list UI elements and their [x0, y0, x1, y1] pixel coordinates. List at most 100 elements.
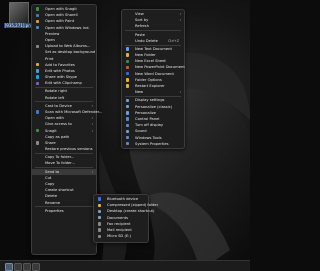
file-context-menu: Open with Snagit Open with Sharell Open wi…: [31, 4, 102, 255]
menu-item-label: Cast to Device: [45, 103, 72, 108]
menu-item-label: Display settings: [135, 98, 165, 103]
menu-item-label: Open: [45, 37, 55, 42]
desktop-create-shortcut-icon: [98, 209, 102, 214]
scan-with-microsoft-defender-icon: [36, 110, 40, 114]
menu-item-label: Delete: [45, 194, 58, 199]
add-to-favorites-icon: [36, 63, 40, 67]
menu-item-label: Rotate right: [45, 89, 67, 94]
menu-item-label: Sort by: [135, 18, 149, 23]
open-with-sharell-icon: [36, 13, 40, 17]
share-with-skype-icon: [36, 75, 40, 79]
menu-item-label: Refresh: [135, 24, 149, 29]
new-text-document-icon: [126, 47, 130, 51]
menu-item-label: Edit with Photos: [45, 68, 75, 73]
menu-item-label: Print: [45, 56, 54, 61]
personalize-icon: [126, 111, 130, 115]
desktop-menu-item-refresh[interactable]: Refresh: [122, 23, 184, 29]
snagit-icon: [36, 128, 40, 133]
desktop-context-menu: View › Sort by › Refresh Paste Undo Delete Ctrl…: [121, 9, 185, 149]
desktop-file-icon[interactable]: [935,271].png: [4, 2, 34, 34]
personalize-classic-icon: [126, 104, 130, 109]
menu-item-label: Create shortcut: [45, 188, 74, 193]
file-menu-item-edit-with-clipchamp[interactable]: Edit with Clipchamp: [32, 80, 96, 86]
menu-item-label: Share with Skype: [45, 75, 77, 80]
open-with-snagit-icon: [36, 7, 40, 11]
control-panel-icon: [126, 117, 130, 121]
menu-item-label: Sound: [135, 129, 147, 134]
edit-with-clipchamp-icon: [36, 81, 40, 86]
menu-item-label: Rename: [45, 200, 61, 205]
menu-item-label: New Text Document: [135, 46, 172, 51]
file-explorer-button[interactable]: [32, 263, 40, 271]
menu-item-label: Give access to: [45, 122, 72, 127]
menu-item-label: Paste: [135, 32, 145, 37]
menu-item-label: Open with Snagit: [45, 7, 77, 11]
restart-explorer-icon: [126, 84, 130, 88]
menu-item-label: System Properties: [135, 141, 169, 146]
menu-item-label: New Excel Sheet: [135, 59, 166, 64]
menu-item-label: Properties: [45, 208, 64, 213]
file-menu-item-rotate-left[interactable]: Rotate left: [32, 95, 96, 101]
windows-tools-icon: [126, 135, 130, 140]
menu-item-label: Personalize: [135, 110, 156, 115]
taskbar: [0, 260, 250, 271]
menu-item-label: Fax recipient: [107, 221, 131, 226]
menu-item-label: New Word Document: [135, 71, 174, 76]
new-excel-sheet-icon: [126, 59, 130, 64]
menu-item-label: Copy To folder...: [45, 155, 75, 160]
file-label: [935,271].png: [4, 23, 34, 28]
file-menu-item-move-to-folder[interactable]: Move To folder...: [32, 160, 96, 166]
menu-item-label: Desktop (create shortcut): [107, 209, 155, 214]
share-icon: [36, 141, 40, 145]
menu-item-label: Scan with Microsoft Defender...: [45, 109, 103, 114]
desktop-menu-item-new[interactable]: New ›: [122, 89, 184, 95]
menu-item-label: New PowerPoint Document: [135, 65, 185, 70]
desktop-menu-item-undo-delete[interactable]: Undo Delete Ctrl+Z: [122, 38, 184, 44]
sendto-menu-item-micro-sd-e[interactable]: Micro SD (E:): [94, 233, 148, 239]
menu-item-label: Bluetooth device: [107, 197, 139, 201]
menu-item-label: Open with: [45, 116, 64, 121]
menu-item-label: New Folder: [135, 53, 156, 58]
menu-item-label: Move To folder...: [45, 161, 75, 166]
chevron-right-icon: ›: [179, 90, 181, 95]
menu-item-label: Preview: [45, 31, 60, 36]
display-settings-icon: [126, 98, 130, 103]
menu-item-label: Restore previous versions: [45, 147, 93, 152]
menu-item-label: Share: [45, 140, 56, 145]
fax-recipient-icon: [98, 222, 102, 226]
open-with-windows-ind-icon: [36, 25, 40, 30]
menu-item-label: Copy: [45, 182, 55, 186]
task-view-button[interactable]: [23, 263, 31, 271]
menu-item-label: Restart Explorer: [135, 84, 165, 89]
menu-item-label: Copy as path: [45, 134, 70, 139]
menu-item-label: Undo Delete: [135, 38, 158, 43]
bluetooth-device-icon: [98, 197, 102, 201]
desktop-menu-item-system-properties[interactable]: System Properties: [122, 141, 184, 147]
search-button[interactable]: [14, 263, 22, 271]
new-word-document-icon: [126, 72, 130, 76]
send-to-submenu: Bluetooth device Compressed (zipped) fold…: [93, 194, 158, 243]
menu-item-label: Windows Tools: [135, 135, 162, 140]
file-menu-item-properties[interactable]: Properties: [32, 208, 96, 214]
upload-to-web-albums-icon: [36, 44, 40, 48]
file-menu-item-restore-previous-versions[interactable]: Restore previous versions: [32, 146, 96, 152]
new-folder-icon: [126, 53, 130, 57]
menu-item-label: Upload to Web Albums...: [45, 44, 91, 49]
start-button[interactable]: [5, 263, 13, 271]
open-with-paint-icon: [36, 19, 40, 24]
mail-recipient-icon: [98, 228, 102, 232]
menu-item-label: New: [135, 90, 144, 95]
menu-item-label: Set as desktop background: [45, 50, 96, 55]
sound-icon: [126, 129, 130, 134]
system-properties-icon: [126, 142, 130, 146]
menu-item-label: Turn off display: [135, 123, 164, 128]
menu-item-label: View: [135, 12, 144, 16]
shortcut-hint: Ctrl+Z: [168, 38, 179, 43]
menu-item-label: Open with Windows Ind.: [45, 25, 90, 30]
menu-item-label: Compressed (zipped) folder: [107, 203, 159, 208]
file-menu-item-rename[interactable]: Rename: [32, 200, 96, 206]
menu-item-label: Control Panel: [135, 116, 160, 121]
menu-item-label: Add to Favorites: [45, 62, 75, 67]
menu-item-label: Send to: [45, 169, 60, 174]
new-powerpoint-document-icon: [126, 65, 130, 70]
